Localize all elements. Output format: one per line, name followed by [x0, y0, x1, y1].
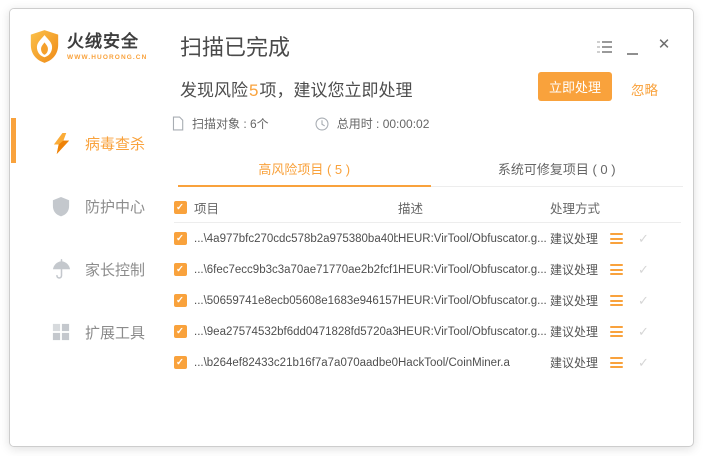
risk-summary: 发现风险5项，建议您立即处理	[180, 76, 412, 101]
row-action-label: 建议处理	[550, 323, 610, 340]
column-header-action: 处理方式	[550, 198, 610, 217]
sidebar-item-label: 防护中心	[85, 196, 145, 217]
row-action-label: 建议处理	[550, 292, 610, 309]
tab-high-risk-items[interactable]: 高风险项目 ( 5 )	[178, 155, 431, 186]
row-action-menu-icon[interactable]	[610, 233, 623, 244]
risk-summary-prefix: 发现风险	[180, 81, 248, 100]
close-icon[interactable]	[655, 36, 673, 54]
document-icon	[172, 116, 184, 131]
lightning-bolt-icon	[50, 132, 72, 154]
select-all-checkbox[interactable]	[174, 201, 187, 214]
table-row[interactable]: ...\b264ef82433c21b16f7a7a070aadbe051 Ha…	[174, 347, 681, 378]
minimize-icon[interactable]	[627, 53, 638, 55]
scan-objects-text: 扫描对象 : 6个	[192, 115, 269, 132]
tab-system-fixable-items[interactable]: 系统可修复项目 ( 0 )	[431, 155, 684, 186]
row-action-menu-icon[interactable]	[610, 295, 623, 306]
scan-duration-stat: 总用时 : 00:00:02	[315, 115, 430, 132]
row-file-path: ...\4a977bfc270cdc578b2a975380ba40b69	[194, 233, 398, 245]
main-panel: 扫描已完成 发现风险5项，建议您立即处理 立即处理 忽略 扫描对象 : 6个	[170, 9, 693, 446]
scan-stats: 扫描对象 : 6个 总用时 : 00:00:02	[172, 115, 429, 132]
sidebar-item-label: 扩展工具	[85, 322, 145, 343]
app-window: 火绒安全 WWW.HUORONG.CN 病毒查杀 防护中心	[9, 8, 694, 447]
row-action-menu-icon[interactable]	[610, 326, 623, 337]
row-threat-description: HEUR:VirTool/Obfuscator.g...	[398, 264, 550, 276]
sidebar-item-extension-tools[interactable]: 扩展工具	[10, 310, 170, 354]
row-action-menu-icon[interactable]	[610, 357, 623, 368]
row-checkbox[interactable]	[174, 356, 187, 369]
row-action-label: 建议处理	[550, 230, 610, 247]
handle-now-button[interactable]: 立即处理	[538, 72, 612, 101]
row-action-label: 建议处理	[550, 261, 610, 278]
table-row[interactable]: ...\9ea27574532bf6dd0471828fd5720a33c HE…	[174, 316, 681, 347]
shield-icon	[50, 195, 72, 217]
row-action-label: 建议处理	[550, 354, 610, 371]
row-checkmark-icon	[638, 324, 668, 340]
row-action-menu-icon[interactable]	[610, 264, 623, 275]
column-header-description: 描述	[398, 198, 550, 217]
scan-duration-text: 总用时 : 00:00:02	[337, 115, 430, 132]
table-header: 项目 描述 处理方式	[174, 192, 681, 223]
shield-flame-logo-icon	[29, 29, 60, 64]
row-threat-description: HEUR:VirTool/Obfuscator.g...	[398, 233, 550, 245]
column-header-item: 项目	[194, 198, 398, 217]
window-menu-icon[interactable]	[597, 41, 612, 53]
sidebar-item-protection-center[interactable]: 防护中心	[10, 184, 170, 228]
umbrella-icon	[50, 258, 72, 280]
sidebar-item-label: 家长控制	[85, 259, 145, 280]
row-file-path: ...\9ea27574532bf6dd0471828fd5720a33c	[194, 326, 398, 338]
table-row[interactable]: ...\6fec7ecc9b3c3a70ae71770ae2b2fcf161 H…	[174, 254, 681, 285]
row-file-path: ...\b264ef82433c21b16f7a7a070aadbe051	[194, 357, 398, 369]
table-row[interactable]: ...\50659741e8ecb05608e1683e946157cfc HE…	[174, 285, 681, 316]
row-checkmark-icon	[638, 231, 668, 247]
sidebar: 火绒安全 WWW.HUORONG.CN 病毒查杀 防护中心	[10, 9, 170, 446]
row-threat-description: HEUR:VirTool/Obfuscator.g...	[398, 326, 550, 338]
sidebar-item-virus-scan[interactable]: 病毒查杀	[10, 121, 170, 165]
scan-objects-stat: 扫描对象 : 6个	[172, 115, 269, 132]
row-checkbox[interactable]	[174, 263, 187, 276]
brand-url: WWW.HUORONG.CN	[67, 54, 147, 61]
row-threat-description: HackTool/CoinMiner.a	[398, 357, 550, 369]
sidebar-item-label: 病毒查杀	[85, 133, 145, 154]
row-file-path: ...\6fec7ecc9b3c3a70ae71770ae2b2fcf161	[194, 264, 398, 276]
app-logo: 火绒安全 WWW.HUORONG.CN	[29, 29, 147, 64]
sidebar-item-parental-control[interactable]: 家长控制	[10, 247, 170, 291]
row-checkmark-icon	[638, 293, 668, 309]
table-row[interactable]: ...\4a977bfc270cdc578b2a975380ba40b69 HE…	[174, 223, 681, 254]
row-threat-description: HEUR:VirTool/Obfuscator.g...	[398, 295, 550, 307]
brand-name: 火绒安全	[67, 33, 147, 51]
row-file-path: ...\50659741e8ecb05608e1683e946157cfc	[194, 295, 398, 307]
clock-icon	[315, 117, 329, 131]
risk-count: 5	[249, 81, 258, 100]
risk-table: 项目 描述 处理方式 ...\4a977bfc270cdc578b2a97538…	[174, 192, 681, 378]
row-checkmark-icon	[638, 262, 668, 278]
row-checkbox[interactable]	[174, 232, 187, 245]
row-checkbox[interactable]	[174, 294, 187, 307]
page-title: 扫描已完成	[180, 30, 290, 62]
row-checkmark-icon	[638, 355, 668, 371]
risk-summary-suffix: 项，建议您立即处理	[259, 81, 412, 100]
result-tabs: 高风险项目 ( 5 ) 系统可修复项目 ( 0 )	[178, 155, 683, 187]
ignore-link[interactable]: 忽略	[631, 79, 658, 99]
row-checkbox[interactable]	[174, 325, 187, 338]
grid-apps-icon	[50, 321, 72, 343]
